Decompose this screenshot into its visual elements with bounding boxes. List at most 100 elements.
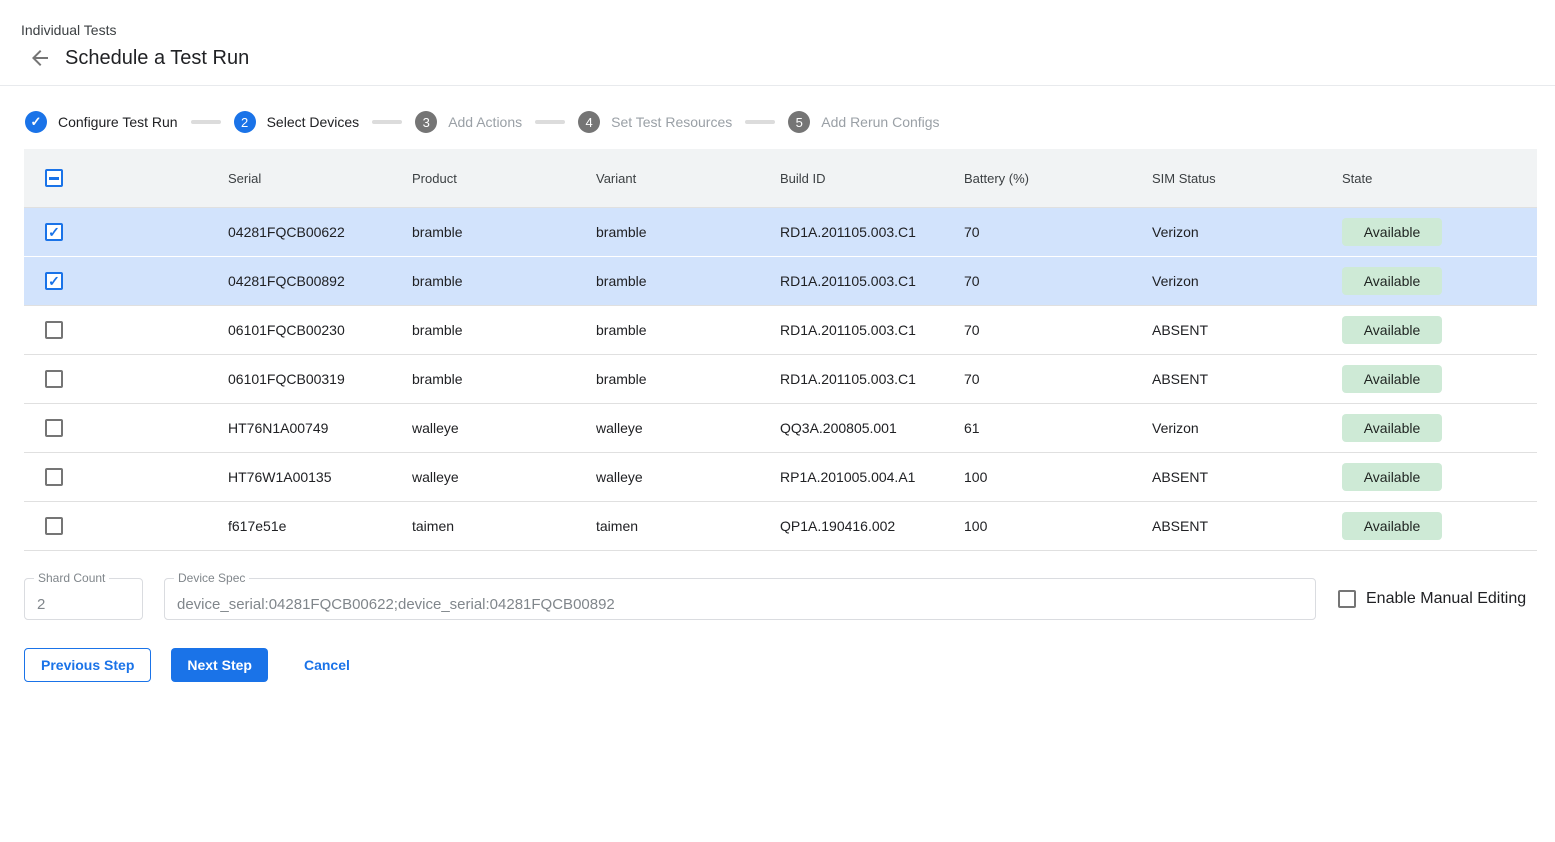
cell-build-id: RD1A.201105.003.C1 <box>780 371 964 387</box>
step-1-label: Configure Test Run <box>58 114 178 130</box>
previous-step-button[interactable]: Previous Step <box>24 648 151 682</box>
step-connector <box>745 120 775 124</box>
shard-count-label: Shard Count <box>34 571 109 585</box>
cell-variant: bramble <box>596 371 780 387</box>
step-select-devices[interactable]: 2 Select Devices <box>234 111 360 133</box>
row-checkbox[interactable] <box>45 223 63 241</box>
column-header-serial: Serial <box>228 171 412 186</box>
cell-variant: bramble <box>596 224 780 240</box>
manual-editing-checkbox[interactable] <box>1338 590 1356 608</box>
row-checkbox[interactable] <box>45 272 63 290</box>
step-1-circle: 1 <box>25 111 47 133</box>
cell-build-id: RD1A.201105.003.C1 <box>780 322 964 338</box>
cell-variant: bramble <box>596 322 780 338</box>
table-row[interactable]: f617e51e taimen taimen QP1A.190416.002 1… <box>24 502 1537 551</box>
select-all-checkbox[interactable] <box>45 169 63 187</box>
state-badge: Available <box>1342 365 1442 393</box>
row-checkbox[interactable] <box>45 517 63 535</box>
device-spec-label: Device Spec <box>174 571 249 585</box>
step-configure-test-run[interactable]: 1 Configure Test Run <box>25 111 178 133</box>
device-spec-input[interactable] <box>165 579 1315 619</box>
enable-manual-editing-control[interactable]: Enable Manual Editing <box>1338 590 1526 608</box>
cell-battery: 100 <box>964 518 1152 534</box>
page-title: Schedule a Test Run <box>65 47 249 70</box>
breadcrumb: Individual Tests <box>21 22 1555 38</box>
device-table: Serial Product Variant Build ID Battery … <box>24 149 1537 551</box>
cell-build-id: RD1A.201105.003.C1 <box>780 224 964 240</box>
table-row[interactable]: 06101FQCB00319 bramble bramble RD1A.2011… <box>24 355 1537 404</box>
manual-editing-label: Enable Manual Editing <box>1366 590 1526 608</box>
cell-serial: 04281FQCB00892 <box>228 273 412 289</box>
column-header-variant: Variant <box>596 171 780 186</box>
table-row[interactable]: 04281FQCB00892 bramble bramble RD1A.2011… <box>24 257 1537 306</box>
step-connector <box>372 120 402 124</box>
cell-battery: 70 <box>964 371 1152 387</box>
cell-build-id: RD1A.201105.003.C1 <box>780 273 964 289</box>
column-header-battery: Battery (%) <box>964 171 1152 186</box>
cell-product: bramble <box>412 371 596 387</box>
table-row[interactable]: 04281FQCB00622 bramble bramble RD1A.2011… <box>24 208 1537 257</box>
row-checkbox[interactable] <box>45 321 63 339</box>
state-badge: Available <box>1342 414 1442 442</box>
shard-spec-form: Shard Count Device Spec Enable Manual Ed… <box>24 578 1537 620</box>
cell-variant: walleye <box>596 420 780 436</box>
row-checkbox[interactable] <box>45 370 63 388</box>
row-checkbox[interactable] <box>45 419 63 437</box>
cell-sim-status: ABSENT <box>1152 518 1342 534</box>
back-arrow-icon <box>28 46 52 70</box>
back-button[interactable] <box>28 46 52 70</box>
cell-sim-status: Verizon <box>1152 420 1342 436</box>
cell-sim-status: ABSENT <box>1152 371 1342 387</box>
header-divider <box>0 85 1555 86</box>
step-3-circle: 3 <box>415 111 437 133</box>
cell-product: bramble <box>412 322 596 338</box>
shard-count-input[interactable] <box>25 579 142 619</box>
cell-product: walleye <box>412 420 596 436</box>
cell-serial: HT76W1A00135 <box>228 469 412 485</box>
cell-build-id: QP1A.190416.002 <box>780 518 964 534</box>
column-header-sim-status: SIM Status <box>1152 171 1342 186</box>
step-add-rerun-configs[interactable]: 5 Add Rerun Configs <box>788 111 939 133</box>
cell-sim-status: Verizon <box>1152 224 1342 240</box>
step-4-label: Set Test Resources <box>611 114 732 130</box>
cell-variant: bramble <box>596 273 780 289</box>
column-header-state: State <box>1342 171 1537 186</box>
action-buttons: Previous Step Next Step Cancel <box>24 648 1555 682</box>
state-badge: Available <box>1342 267 1442 295</box>
shard-count-field: Shard Count <box>24 578 143 620</box>
cell-battery: 61 <box>964 420 1152 436</box>
step-add-actions[interactable]: 3 Add Actions <box>415 111 522 133</box>
cell-sim-status: Verizon <box>1152 273 1342 289</box>
device-spec-field: Device Spec <box>164 578 1316 620</box>
cell-battery: 100 <box>964 469 1152 485</box>
step-connector <box>535 120 565 124</box>
cell-serial: f617e51e <box>228 518 412 534</box>
table-row[interactable]: HT76W1A00135 walleye walleye RP1A.201005… <box>24 453 1537 502</box>
step-5-circle: 5 <box>788 111 810 133</box>
table-row[interactable]: HT76N1A00749 walleye walleye QQ3A.200805… <box>24 404 1537 453</box>
state-badge: Available <box>1342 316 1442 344</box>
step-4-circle: 4 <box>578 111 600 133</box>
cell-sim-status: ABSENT <box>1152 469 1342 485</box>
cell-serial: HT76N1A00749 <box>228 420 412 436</box>
row-checkbox[interactable] <box>45 468 63 486</box>
device-table-header: Serial Product Variant Build ID Battery … <box>24 149 1537 208</box>
wizard-stepper: 1 Configure Test Run 2 Select Devices 3 … <box>25 111 1555 133</box>
cell-build-id: QQ3A.200805.001 <box>780 420 964 436</box>
page-header: Individual Tests Schedule a Test Run <box>0 0 1555 70</box>
cancel-button[interactable]: Cancel <box>288 648 366 682</box>
cell-sim-status: ABSENT <box>1152 322 1342 338</box>
step-set-test-resources[interactable]: 4 Set Test Resources <box>578 111 732 133</box>
cell-product: taimen <box>412 518 596 534</box>
table-row[interactable]: 06101FQCB00230 bramble bramble RD1A.2011… <box>24 306 1537 355</box>
column-header-build-id: Build ID <box>780 171 964 186</box>
cell-product: walleye <box>412 469 596 485</box>
cell-serial: 06101FQCB00319 <box>228 371 412 387</box>
next-step-button[interactable]: Next Step <box>171 648 268 682</box>
cell-build-id: RP1A.201005.004.A1 <box>780 469 964 485</box>
state-badge: Available <box>1342 218 1442 246</box>
step-5-label: Add Rerun Configs <box>821 114 939 130</box>
step-connector <box>191 120 221 124</box>
cell-product: bramble <box>412 273 596 289</box>
cell-serial: 04281FQCB00622 <box>228 224 412 240</box>
